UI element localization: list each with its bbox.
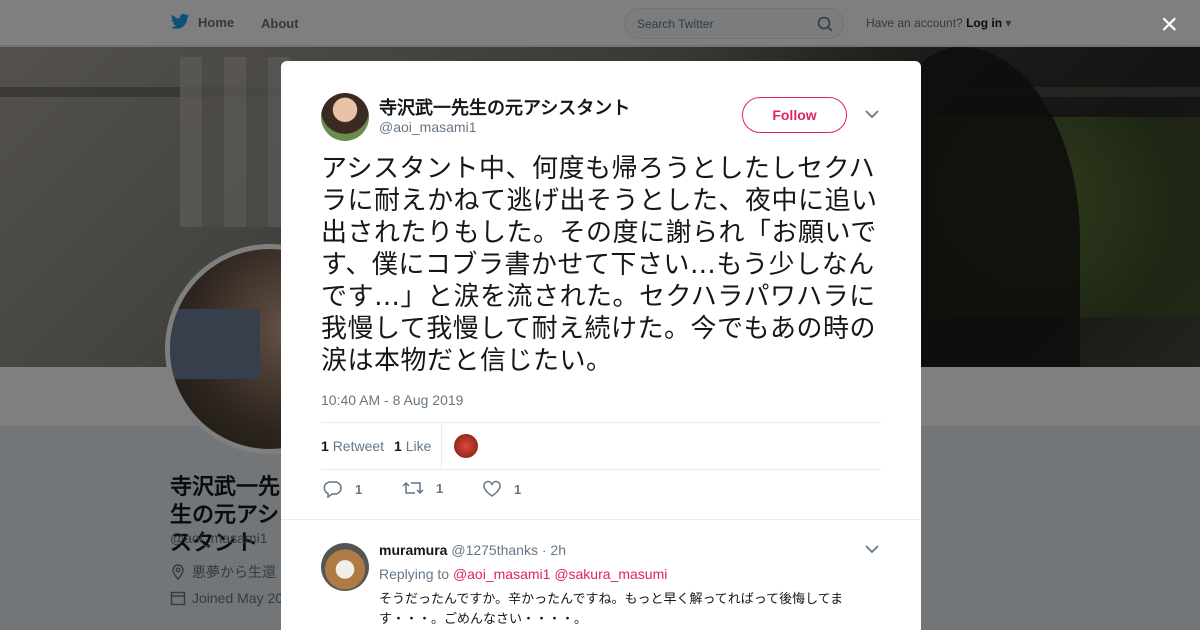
stats-divider (441, 423, 442, 470)
tweet-modal: 寺沢武一先生の元アシスタント @aoi_masami1 Follow アシスタン… (281, 61, 921, 630)
retweet-button[interactable]: 1 (402, 480, 443, 496)
author-avatar[interactable] (321, 93, 369, 141)
reply-author-name[interactable]: muramura (379, 542, 447, 558)
retweet-icon (402, 481, 424, 495)
reply-time[interactable]: · 2h (542, 542, 566, 558)
close-icon[interactable]: × (1160, 10, 1178, 40)
like-count: 1 (514, 481, 522, 497)
likes-label: Like (405, 438, 432, 454)
likes-stat[interactable]: 1 Like (394, 438, 431, 454)
tweet-timestamp[interactable]: 10:40 AM - 8 Aug 2019 (321, 392, 463, 408)
divider (281, 519, 921, 520)
chevron-down-icon[interactable] (865, 544, 879, 554)
reply-icon (323, 481, 342, 498)
tweet-stats: 1 Retweet 1 Like (321, 422, 881, 470)
reply-header: muramura @1275thanks · 2h (379, 542, 566, 558)
reply-count: 1 (355, 481, 363, 497)
chevron-down-icon[interactable] (865, 109, 879, 119)
retweets-count: 1 (321, 438, 329, 454)
like-button[interactable]: 1 (482, 480, 521, 498)
follow-button[interactable]: Follow (742, 97, 847, 133)
author-handle[interactable]: @aoi_masami1 (379, 119, 476, 135)
tweet-text: アシスタント中、何度も帰ろうとしたしセクハラに耐えかねて逃げ出そうとした、夜中に… (321, 154, 878, 376)
reply-avatar[interactable] (321, 543, 369, 591)
reply-author-handle[interactable]: @1275thanks (451, 542, 538, 558)
retweets-stat[interactable]: 1 Retweet (321, 438, 384, 454)
liker-avatar[interactable] (454, 434, 478, 458)
likes-count: 1 (394, 438, 402, 454)
author-name[interactable]: 寺沢武一先生の元アシスタント (379, 94, 630, 120)
replying-to: Replying to @aoi_masami1 @sakura_masumi (379, 566, 667, 582)
reply-button[interactable]: 1 (323, 480, 362, 498)
retweets-label: Retweet (332, 438, 385, 454)
replying-mention-1[interactable]: @aoi_masami1 (453, 566, 550, 582)
retweet-count: 1 (436, 480, 444, 496)
reply-text: そうだったんですか。辛かったんですね。もっと早く解ってればって後悔してます・・・… (379, 592, 844, 627)
replying-prefix: Replying to (379, 566, 450, 582)
heart-icon (483, 480, 501, 497)
replying-mention-2[interactable]: @sakura_masumi (554, 566, 667, 582)
